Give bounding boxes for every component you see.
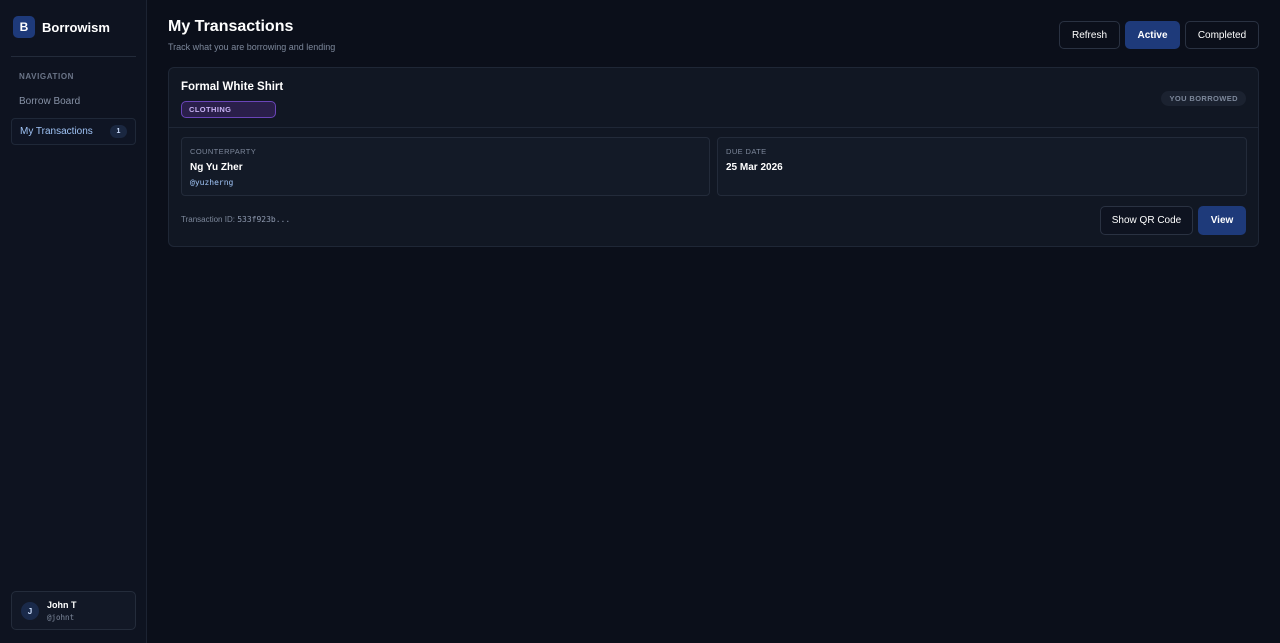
card-divider (169, 127, 1258, 128)
due-date-box: DUE DATE 25 Mar 2026 (717, 137, 1247, 196)
brand[interactable]: B Borrowism (13, 16, 110, 38)
counterparty-label: COUNTERPARTY (190, 147, 257, 156)
due-date-label: DUE DATE (726, 147, 767, 156)
sidebar-item-my-transactions[interactable]: My Transactions 1 (11, 118, 136, 145)
due-date-value: 25 Mar 2026 (726, 162, 783, 173)
nav-heading: NAVIGATION (19, 72, 75, 81)
view-button[interactable]: View (1198, 206, 1246, 235)
brand-logo: B (13, 16, 35, 38)
page-title: My Transactions (168, 18, 294, 35)
refresh-button[interactable]: Refresh (1059, 21, 1120, 49)
user-name: John T (47, 600, 77, 610)
sidebar-item-borrow-board[interactable]: Borrow Board (11, 88, 136, 115)
transaction-id: Transaction ID: 533f923b... (181, 215, 290, 224)
role-badge: YOU BORROWED (1161, 91, 1246, 106)
avatar: J (21, 602, 39, 620)
page-subtitle: Track what you are borrowing and lending (168, 42, 336, 52)
transaction-count-badge: 1 (110, 125, 127, 138)
user-card[interactable]: J John T @johnt (11, 591, 136, 630)
transaction-id-label: Transaction ID: (181, 215, 235, 224)
transaction-id-value: 533f923b... (237, 215, 291, 224)
transaction-card: Formal White Shirt CLOTHING YOU BORROWED… (168, 67, 1259, 247)
item-name: Formal White Shirt (181, 81, 284, 93)
sidebar: B Borrowism NAVIGATION Borrow Board My T… (0, 0, 147, 643)
category-badge: CLOTHING (181, 101, 276, 118)
brand-name: Borrowism (42, 19, 110, 35)
completed-filter-button[interactable]: Completed (1185, 21, 1259, 49)
counterparty-name: Ng Yu Zher (190, 162, 243, 173)
counterparty-handle: @yuzherng (190, 178, 234, 187)
counterparty-box: COUNTERPARTY Ng Yu Zher @yuzherng (181, 137, 710, 196)
active-filter-button[interactable]: Active (1125, 21, 1180, 49)
sidebar-item-label: My Transactions (20, 126, 93, 137)
user-handle: @johnt (47, 613, 75, 622)
sidebar-divider (11, 56, 136, 57)
show-qr-code-button[interactable]: Show QR Code (1100, 206, 1193, 235)
sidebar-item-label: Borrow Board (19, 96, 81, 107)
